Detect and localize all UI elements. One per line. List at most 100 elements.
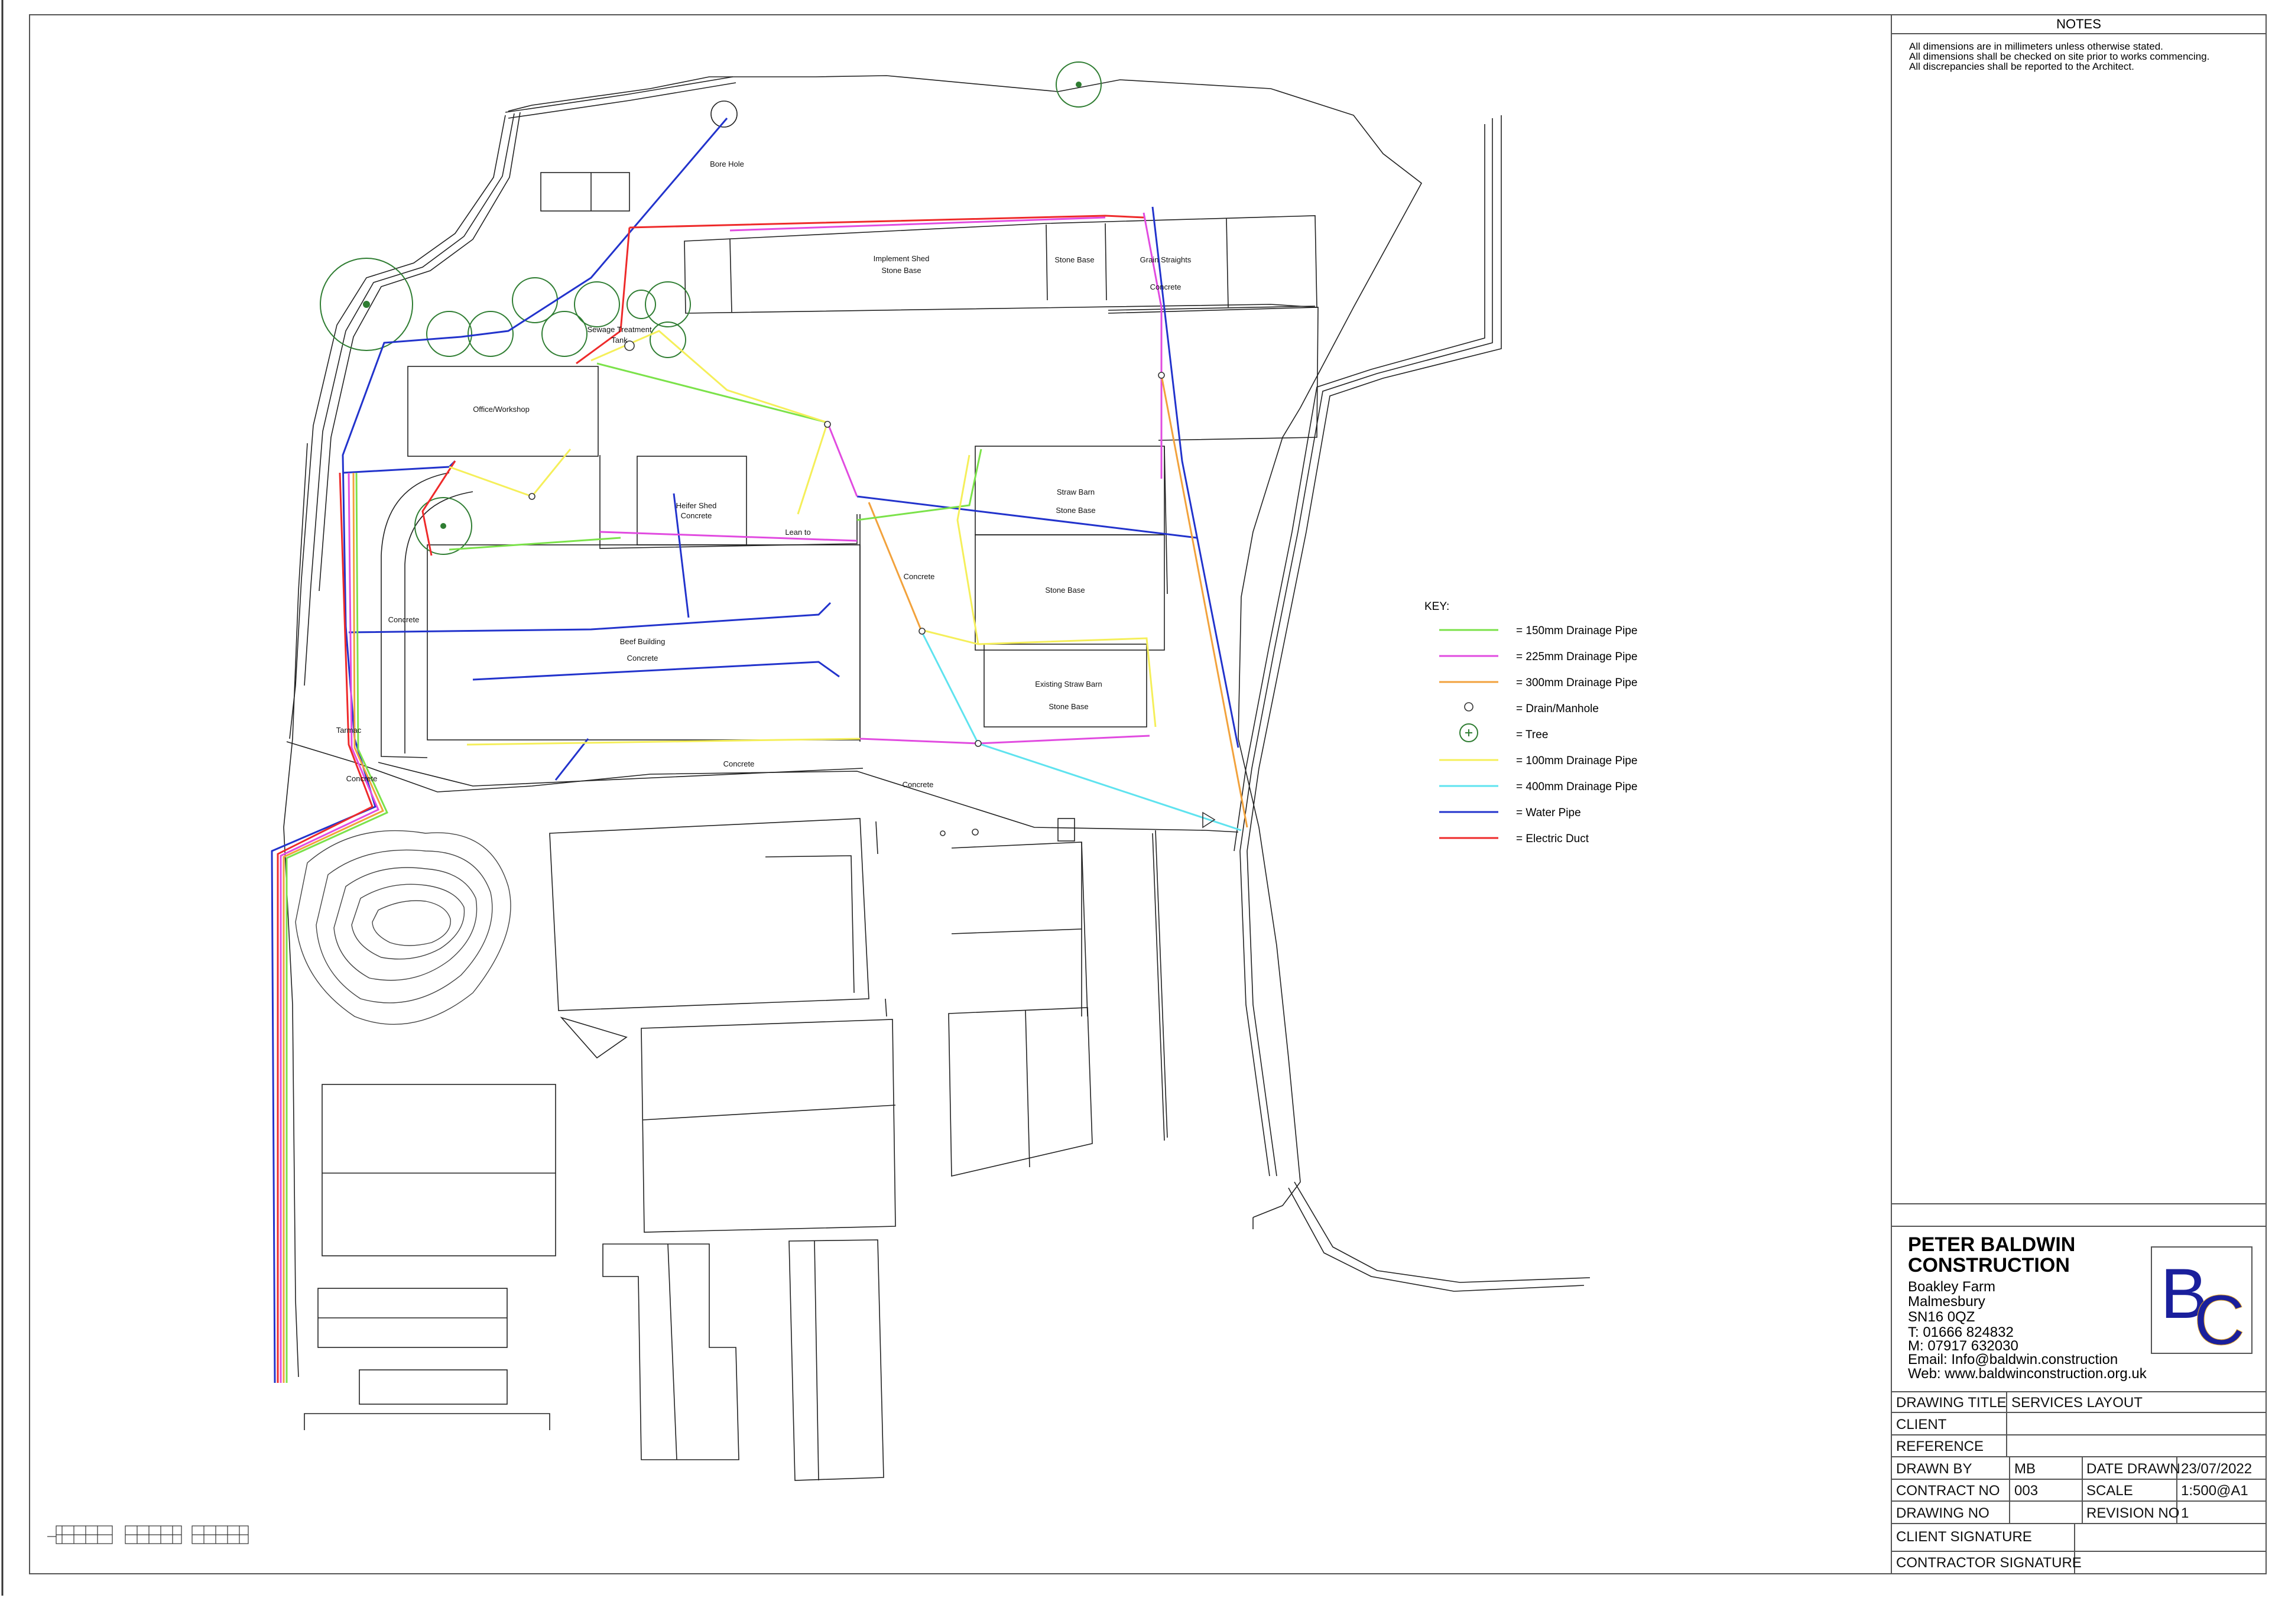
scale-bar-3 xyxy=(192,1525,249,1544)
implement-shed-line-2 xyxy=(1046,224,1048,301)
implement-shed-line-1 xyxy=(729,239,732,313)
contract-no-label: CONTRACT NO xyxy=(1896,1483,2000,1499)
water-pipe-barn xyxy=(856,495,1197,539)
drain-225-beef xyxy=(599,531,858,542)
label-existing-straw-barn-base: Stone Base xyxy=(1049,702,1088,711)
client-signature-label: CLIENT SIGNATURE xyxy=(1896,1529,2032,1545)
label-grain-straights-base: Concrete xyxy=(1150,282,1182,291)
label-implement-shed: Implement Shed xyxy=(874,254,930,263)
key-item-label: = Drain/Manhole xyxy=(1516,703,1599,715)
drawn-by-value: MB xyxy=(2014,1461,2036,1477)
label-implement-shed-base: Stone Base xyxy=(881,266,921,275)
key-item: = Electric Duct xyxy=(1439,833,1589,845)
water-pipe-office xyxy=(342,460,456,474)
key-item-label: = 150mm Drainage Pipe xyxy=(1516,625,1637,637)
scale-bar-1 xyxy=(47,1525,113,1544)
label-beef-building: Beef Building xyxy=(620,637,666,646)
label-beef-building-base: Concrete xyxy=(627,654,658,662)
label-tarmac: Tarmac xyxy=(336,726,362,735)
drawing-title-value: SERVICES LAYOUT xyxy=(2011,1395,2143,1411)
south-building-1-inner xyxy=(765,855,855,993)
drawn-by-label: DRAWN BY xyxy=(1896,1461,1972,1477)
tree-7 xyxy=(645,281,691,327)
east-track-outer xyxy=(1247,115,1502,1177)
south-building-6-div xyxy=(814,1240,819,1481)
drain-300-mid xyxy=(868,502,923,633)
scale-label: SCALE xyxy=(2086,1483,2133,1499)
label-heifer-shed-base: Concrete xyxy=(681,511,712,520)
company-name-1: PETER BALDWIN xyxy=(1908,1233,2075,1256)
drawing-no-label: DRAWING NO xyxy=(1896,1505,1989,1521)
south-building-5 xyxy=(602,1243,739,1460)
south-building-2b xyxy=(951,928,1082,934)
water-pipe-beef-2 xyxy=(472,661,840,681)
drain-225-mid xyxy=(826,422,858,497)
client-label: CLIENT xyxy=(1896,1417,1947,1433)
south-building-1 xyxy=(549,818,869,1011)
east-track-lower-2 xyxy=(1294,1181,1591,1283)
key-item-label: = 225mm Drainage Pipe xyxy=(1516,651,1637,663)
heifer-shed-building xyxy=(637,456,747,545)
tree-5 xyxy=(574,281,620,327)
south-boundary xyxy=(304,1413,550,1430)
lane-north-top-2 xyxy=(508,82,736,119)
tree-6 xyxy=(627,290,656,319)
south-building-4-divider xyxy=(1025,1010,1030,1168)
water-pipe-beef xyxy=(348,602,832,634)
key-item-label: = 100mm Drainage Pipe xyxy=(1516,755,1637,767)
contract-no-value: 003 xyxy=(2014,1483,2038,1499)
label-grain-straights: Grain Straights xyxy=(1140,255,1192,264)
tree-9 xyxy=(414,497,472,555)
post-2 xyxy=(885,998,887,1017)
company-web: Web: www.baldwinconstruction.org.uk xyxy=(1908,1366,2147,1382)
label-bore-hole: Bore Hole xyxy=(710,160,744,168)
key-item-label: = Tree xyxy=(1516,729,1548,741)
access-lane-west-2 xyxy=(304,113,515,686)
drain-300-east xyxy=(1160,375,1248,828)
drain-100-c xyxy=(797,422,829,515)
site-plan xyxy=(283,61,1591,1481)
drain-225-yard xyxy=(859,735,1150,745)
implement-shed-line-4 xyxy=(1226,218,1229,308)
south-building-east-track xyxy=(1152,833,1165,1141)
notes-section: NOTES All dimensions are in millimeters … xyxy=(1909,17,2209,72)
mound-contours xyxy=(295,830,511,1025)
triangle-marker xyxy=(560,1016,628,1059)
company-address-2: Malmesbury xyxy=(1908,1294,1985,1310)
site-boundary xyxy=(508,75,1423,1218)
scale-bars xyxy=(47,1525,249,1544)
bore-hole-structure xyxy=(540,172,630,212)
key-item: = 100mm Drainage Pipe xyxy=(1439,755,1637,767)
company-block: PETER BALDWIN CONSTRUCTION Boakley Farm … xyxy=(1908,1233,2252,1382)
tree-4 xyxy=(541,311,588,357)
key-item: = 150mm Drainage Pipe xyxy=(1439,625,1637,637)
east-track-inner-2 xyxy=(1234,124,1485,852)
label-sewage-treatment-1: Sewage Treatment xyxy=(587,325,652,334)
south-west-building-1 xyxy=(322,1084,556,1256)
key-item-label: = 400mm Drainage Pipe xyxy=(1516,781,1637,793)
label-concrete-mid: Concrete xyxy=(904,572,935,581)
tree-1 xyxy=(426,311,472,357)
access-lane-west xyxy=(289,115,506,739)
label-sewage-treatment-2: Tank xyxy=(611,336,628,345)
key-item-label: = Electric Duct xyxy=(1516,833,1589,845)
east-track-inner xyxy=(1239,118,1493,1177)
date-drawn-label: DATE DRAWN xyxy=(2086,1461,2180,1477)
drain-150-c xyxy=(449,537,621,551)
label-existing-straw-barn: Existing Straw Barn xyxy=(1035,680,1102,688)
label-stone-base-2: Stone Base xyxy=(1045,586,1085,595)
yard-edge xyxy=(378,762,864,787)
post-1 xyxy=(875,821,878,855)
label-heifer-shed: Heifer Shed xyxy=(676,501,717,510)
key-item: = 225mm Drainage Pipe xyxy=(1439,651,1637,663)
key-item: = 400mm Drainage Pipe xyxy=(1439,781,1637,793)
company-email: Email: Info@baldwin.construction xyxy=(1908,1352,2118,1368)
bore-hole-marker xyxy=(710,100,738,128)
scale-bar-2 xyxy=(125,1525,182,1544)
tree-large-west xyxy=(320,258,413,351)
key-item: = Tree xyxy=(1459,723,1548,742)
manhole-icon xyxy=(1464,702,1473,712)
logo-letter-c: C xyxy=(2194,1281,2245,1360)
key-item: = Water Pipe xyxy=(1439,807,1581,819)
key-legend: KEY: = 150mm Drainage Pipe = 225mm Draina… xyxy=(1424,600,1637,845)
